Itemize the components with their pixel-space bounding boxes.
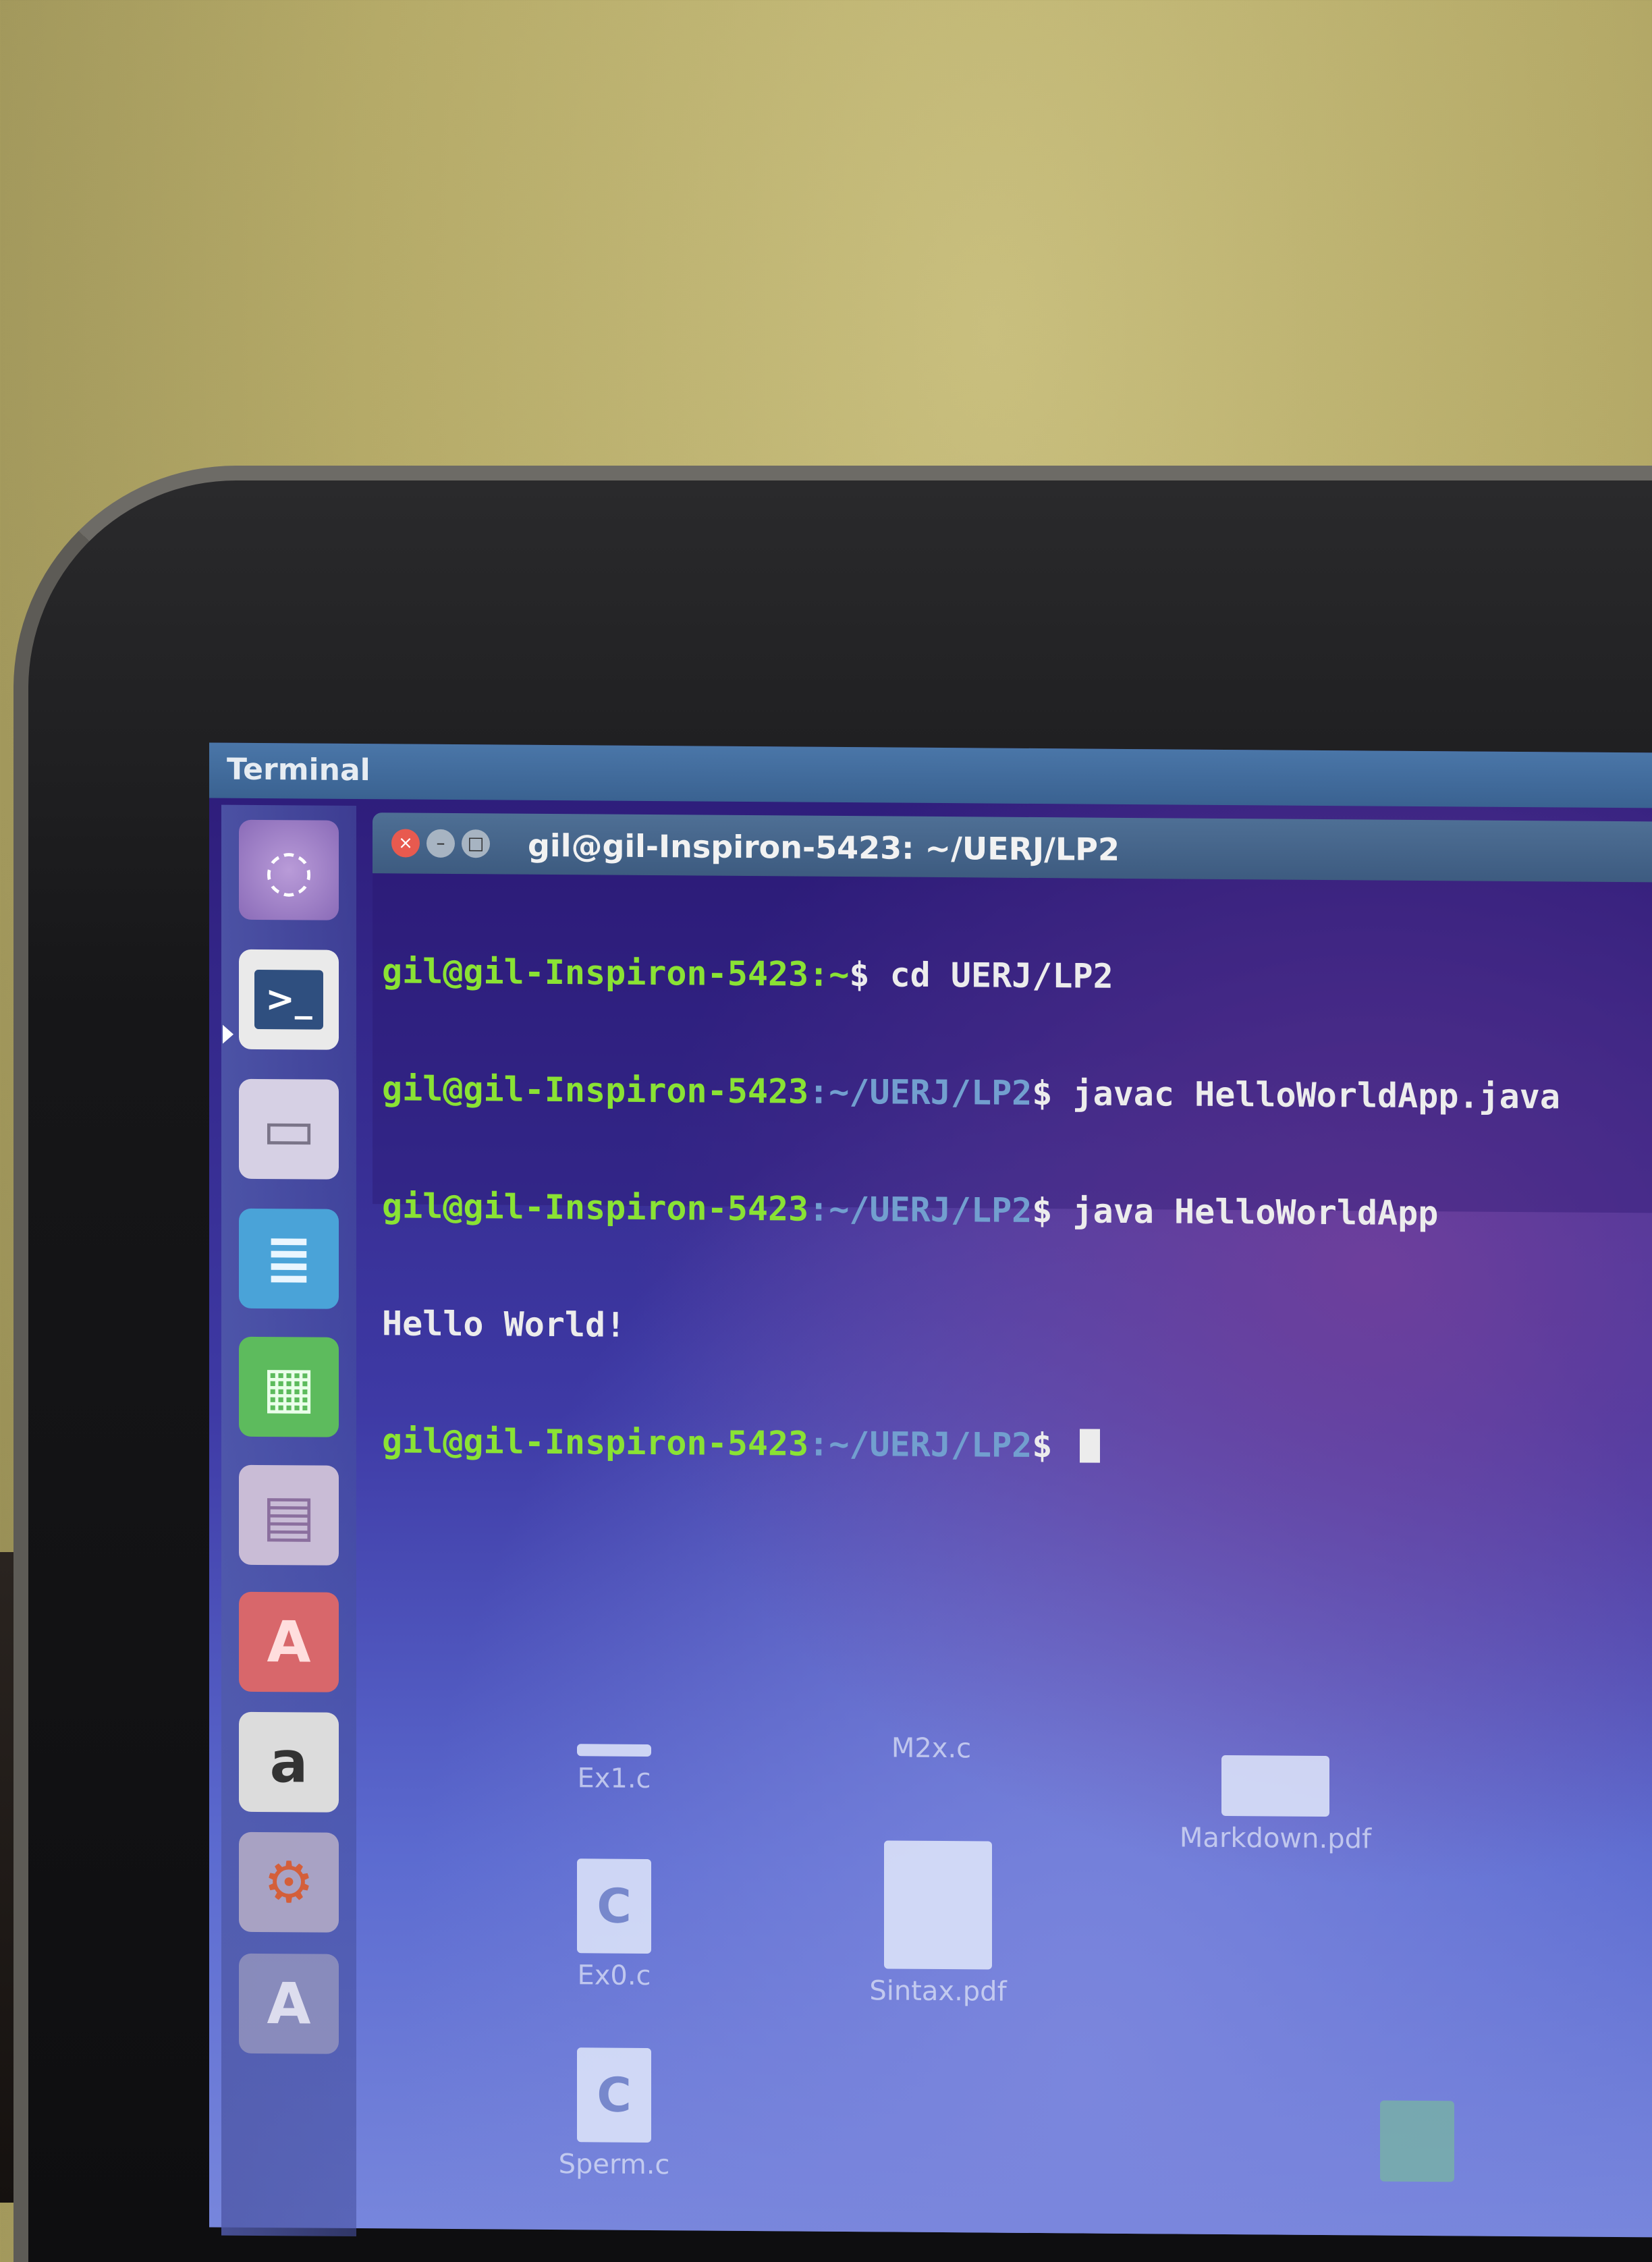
files-icon: ▭ [262, 1096, 316, 1163]
desktop-file-sintax[interactable]: Sintax.pdf [837, 1840, 1039, 2008]
launcher-item-dash[interactable]: ◌ [239, 819, 339, 920]
program-output: Hello World! [382, 1304, 626, 1345]
terminal-line: gil@gil-Inspiron-5423:~/UERJ/LP2$ [382, 1421, 1652, 1469]
software-center-icon: A [267, 1609, 311, 1676]
prompt-path: :~/UERJ/LP2 [808, 1424, 1032, 1465]
active-indicator [223, 1024, 233, 1044]
terminal-line: gil@gil-Inspiron-5423:~/UERJ/LP2$ java H… [382, 1186, 1652, 1234]
desktop-file-label: M2x.c [891, 1732, 972, 1765]
prompt-user: gil@gil-Inspiron-5423 [382, 951, 809, 994]
prompt-path: :~/UERJ/LP2 [808, 1072, 1032, 1113]
launcher-item-terminal[interactable]: >_ [239, 949, 339, 1050]
text-cursor [1079, 1429, 1100, 1463]
terminal-icon: >_ [254, 969, 323, 1030]
c-file-icon: C [597, 1878, 632, 1934]
desktop-file-ex0[interactable]: C Ex0.c [547, 1858, 682, 1991]
panel-title: Terminal [227, 752, 370, 788]
updater-icon: A [267, 1970, 311, 2037]
prompt-path: :~ [808, 954, 850, 995]
window-title: gil@gil-Inspiron-5423: ~/UERJ/LP2 [528, 827, 1120, 868]
close-button[interactable]: × [391, 829, 420, 858]
command-text: $ javac HelloWorldApp.java [1032, 1073, 1560, 1117]
terminal-output[interactable]: gil@gil-Inspiron-5423:~$ cd UERJ/LP2 gil… [373, 873, 1652, 1465]
c-file-icon: C [597, 2067, 632, 2123]
launcher-item-calc[interactable]: ▦ [239, 1336, 339, 1437]
command-text: $ java HelloWorldApp [1032, 1190, 1439, 1234]
launcher-item-software-center[interactable]: A [239, 1591, 339, 1692]
writer-icon: ≣ [265, 1225, 313, 1292]
launcher-item-impress[interactable]: ▤ [239, 1464, 339, 1566]
prompt-user: gil@gil-Inspiron-5423 [382, 1186, 809, 1229]
laptop-screen: Terminal ◌ >_ ▭ ≣ ▦ ▤ A a ⚙ A × – □ gil@… [209, 742, 1652, 2238]
impress-icon: ▤ [262, 1482, 316, 1549]
terminal-line: gil@gil-Inspiron-5423:~$ cd UERJ/LP2 [382, 951, 1652, 999]
top-panel: Terminal [209, 742, 1652, 808]
terminal-window[interactable]: × – □ gil@gil-Inspiron-5423: ~/UERJ/LP2 … [373, 812, 1652, 1465]
launcher: ◌ >_ ▭ ≣ ▦ ▤ A a ⚙ A [221, 804, 356, 2236]
terminal-line: gil@gil-Inspiron-5423:~/UERJ/LP2$ javac … [382, 1069, 1652, 1117]
desktop-file-markdown[interactable]: Markdown.pdf [1140, 1755, 1410, 1855]
desktop-file-spreadsheet[interactable] [1370, 2100, 1464, 2188]
desktop-file-label: Ex1.c [577, 1763, 651, 1795]
amazon-icon: a [269, 1729, 308, 1796]
launcher-item-amazon[interactable]: a [239, 1711, 339, 1813]
prompt-user: gil@gil-Inspiron-5423 [382, 1421, 809, 1464]
window-titlebar[interactable]: × – □ gil@gil-Inspiron-5423: ~/UERJ/LP2 [373, 812, 1652, 883]
calc-icon: ▦ [262, 1354, 316, 1420]
terminal-line: Hello World! [382, 1304, 1652, 1352]
dash-icon: ◌ [264, 837, 314, 904]
desktop-file-label: Ex0.c [577, 1960, 651, 1992]
command-text: $ [1032, 1425, 1073, 1466]
desktop-file-ex1[interactable]: Ex1.c [547, 1744, 682, 1794]
prompt-user: gil@gil-Inspiron-5423 [382, 1069, 809, 1111]
desktop-file-sperm[interactable]: C Sperm.c [540, 2047, 688, 2181]
command-text: $ cd UERJ/LP2 [849, 955, 1113, 996]
settings-icon: ⚙ [263, 1849, 314, 1916]
desktop-file-label: Sperm.c [558, 2149, 670, 2181]
desktop-file-label: Sintax.pdf [869, 1975, 1007, 2008]
desktop-file-m2x[interactable]: M2x.c [857, 1732, 1006, 1765]
launcher-item-settings[interactable]: ⚙ [239, 1831, 339, 1933]
launcher-item-writer[interactable]: ≣ [239, 1208, 339, 1309]
launcher-item-files[interactable]: ▭ [239, 1078, 339, 1180]
launcher-item-updater[interactable]: A [239, 1953, 339, 2054]
desktop-file-label: Markdown.pdf [1179, 1822, 1372, 1855]
maximize-button[interactable]: □ [462, 829, 490, 858]
prompt-path: :~/UERJ/LP2 [808, 1189, 1032, 1230]
minimize-button[interactable]: – [426, 829, 455, 858]
